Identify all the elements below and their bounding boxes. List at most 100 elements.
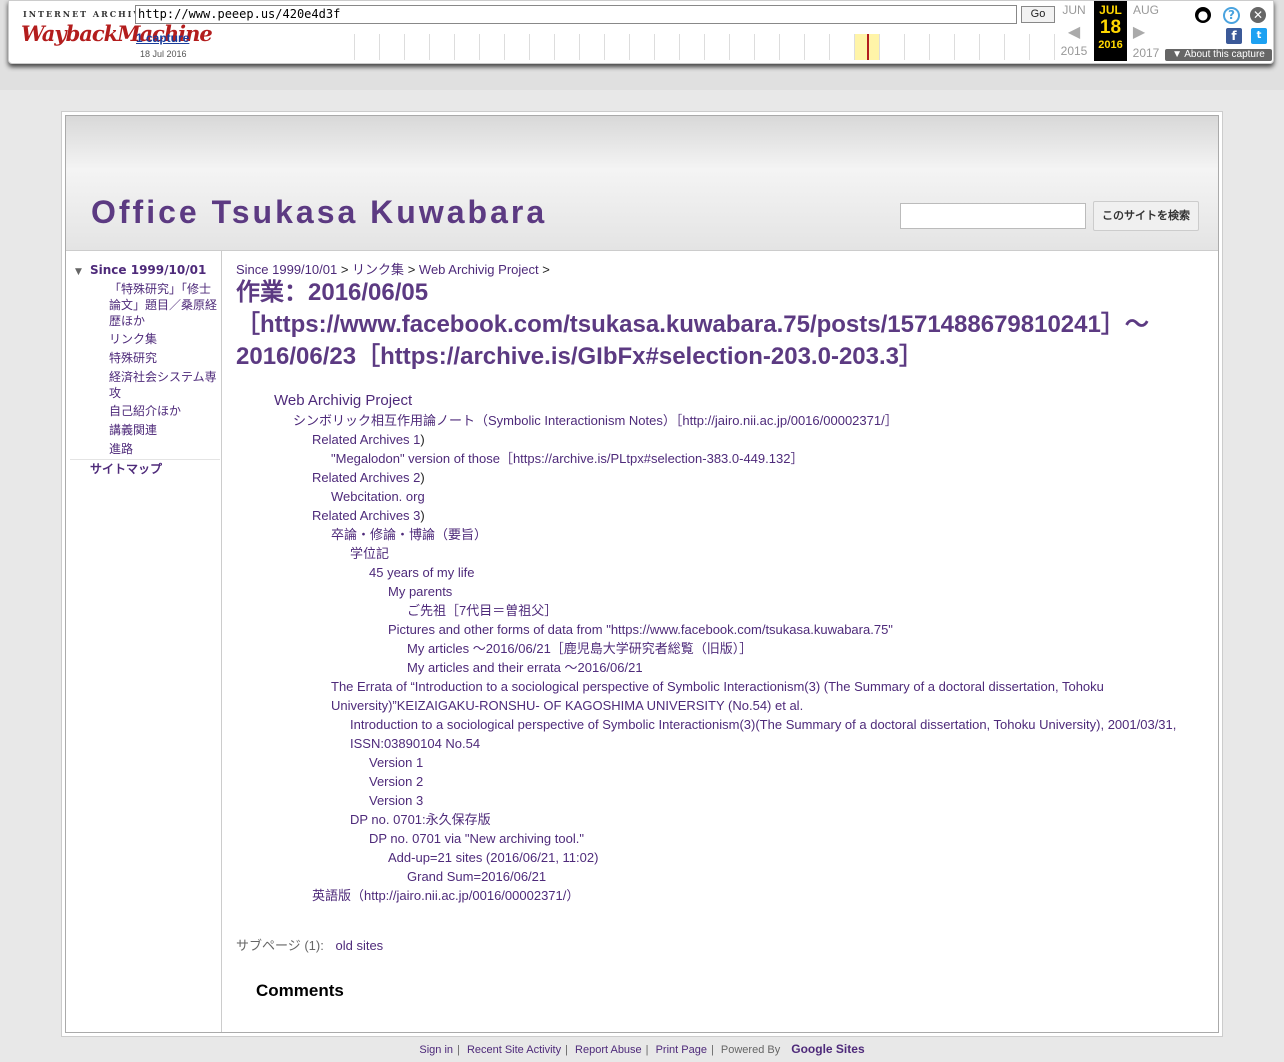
sidebar-item-lectures[interactable]: 講義関連	[109, 422, 157, 438]
help-icon[interactable]: ?	[1223, 7, 1240, 24]
tree-link[interactable]: Related Archives 2	[312, 470, 420, 485]
tree-item: My articles ～2016/06/21［鹿児島大学研究者総覧（旧版）］	[407, 639, 752, 658]
header-divider	[66, 250, 1218, 251]
next-month: AUG	[1132, 3, 1159, 17]
breadcrumb-item[interactable]: Web Archivig Project	[419, 262, 539, 277]
tree-item: 英語版（http://jairo.nii.ac.jp/0016/00002371…	[312, 886, 579, 905]
wayback-logo-top: INTERNET ARCHIVE	[23, 9, 150, 19]
tree-link[interactable]: 学位記	[350, 546, 389, 561]
breadcrumb-item[interactable]: Since 1999/10/01	[236, 262, 337, 277]
tree-link[interactable]: Related Archives 3	[312, 508, 420, 523]
search-input[interactable]	[900, 203, 1086, 229]
tree-item: My parents	[388, 582, 452, 601]
tree-link[interactable]: ISSN:03890104 No.54	[350, 736, 480, 751]
wayback-panel: INTERNET ARCHIVE WaybackMachine http://w…	[8, 0, 1274, 64]
tree-link[interactable]: Webcitation. org	[331, 489, 425, 504]
wayback-toolbar: INTERNET ARCHIVE WaybackMachine http://w…	[0, 0, 1284, 90]
tree-link[interactable]: Add-up=21 sites (2016/06/21, 11:02)	[388, 850, 598, 865]
tree-link[interactable]: University)”KEIZAIGAKU-RONSHU- OF KAGOSH…	[331, 698, 803, 713]
tree-item: 45 years of my life	[369, 563, 475, 582]
twitter-icon[interactable]: t	[1251, 28, 1267, 44]
user-icon[interactable]: ●	[1195, 7, 1211, 23]
wayback-url-input[interactable]: http://www.peeep.us/420e4d3f	[135, 5, 1017, 24]
capture-sparkline[interactable]	[354, 34, 1055, 60]
tree-link[interactable]: My articles ～2016/06/21［鹿児島大学研究者総覧（旧版）］	[407, 641, 752, 656]
breadcrumb-sep: >	[407, 262, 416, 277]
tree-item: The Errata of “Introduction to a sociolo…	[331, 677, 1104, 696]
facebook-icon[interactable]: f	[1226, 28, 1242, 44]
recent-activity-link[interactable]: Recent Site Activity	[467, 1044, 561, 1056]
tree-link[interactable]: Version 1	[369, 755, 423, 770]
tree-link[interactable]: Introduction to a sociological perspecti…	[350, 717, 1176, 732]
page-title: 作業：2016/06/05［https://www.facebook.com/t…	[236, 279, 1149, 370]
tree-link[interactable]: Grand Sum=2016/06/21	[407, 869, 546, 884]
tree-item: My articles and their errata ～2016/06/21	[407, 658, 643, 677]
capture-date: 18 Jul 2016	[140, 49, 187, 59]
tree-item: "Megalodon" version of those［https://arc…	[331, 449, 803, 468]
subpage-link[interactable]: old sites	[335, 938, 383, 953]
tree-item: Grand Sum=2016/06/21	[407, 867, 546, 886]
expand-triangle-icon[interactable]: ▼	[75, 264, 82, 280]
tree-tail: )	[420, 508, 425, 523]
subpages-label: サブページ (1):	[236, 938, 324, 953]
comments-heading: Comments	[256, 981, 344, 1000]
tree-link[interactable]: ご先祖［7代目＝曽祖父］	[407, 603, 557, 618]
tree-item: Version 3	[369, 791, 423, 810]
sidebar-item-intro[interactable]: 自己紹介ほか	[109, 403, 181, 419]
tree-link[interactable]: 45 years of my life	[369, 565, 475, 580]
tree-link[interactable]: My parents	[388, 584, 452, 599]
search-button[interactable]: このサイトを検索	[1093, 201, 1199, 231]
tree-item: ISSN:03890104 No.54	[350, 734, 480, 753]
tree-link[interactable]: Web Archivig Project	[274, 392, 412, 409]
prev-arrow-icon: ◀	[1067, 24, 1081, 41]
google-sites-link[interactable]: Google Sites	[791, 1042, 864, 1056]
sidebar-root[interactable]: Since 1999/10/01	[90, 262, 206, 278]
tree-item: Related Archives 1)	[312, 430, 425, 449]
sidebar-item-economics[interactable]: 経済社会システム専攻	[109, 369, 219, 401]
breadcrumb-item[interactable]: リンク集	[352, 262, 404, 277]
tree-link[interactable]: Version 2	[369, 774, 423, 789]
tree-link[interactable]: "Megalodon" version of those［https://arc…	[331, 451, 803, 466]
sidebar-item-profile[interactable]: 「特殊研究」「修士論文」題目／桑原経歴ほか	[109, 281, 219, 329]
tree-item: Pictures and other forms of data from "h…	[388, 620, 893, 639]
site-footer: Sign in | Recent Site Activity | Report Ab…	[419, 1042, 865, 1056]
sidebar-item-links[interactable]: リンク集	[109, 331, 157, 347]
next-arrow-icon: ▶	[1132, 24, 1146, 41]
tree-tail: )	[420, 432, 425, 447]
page-frame: Office Tsukasa Kuwabara このサイトを検索 ▼ Since…	[65, 115, 1219, 1033]
site-title[interactable]: Office Tsukasa Kuwabara	[91, 194, 547, 231]
tree-link[interactable]: Version 3	[369, 793, 423, 808]
tree-link[interactable]: The Errata of “Introduction to a sociolo…	[331, 679, 1104, 694]
tree-item: シンボリック相互作用論ノート（Symbolic Interactionism N…	[293, 411, 898, 430]
tree-link[interactable]: DP no. 0701 via "New archiving tool."	[369, 831, 584, 846]
captures-link[interactable]: 1 capture	[136, 31, 189, 45]
tree-item: ご先祖［7代目＝曽祖父］	[407, 601, 557, 620]
chevron-down-icon: ▼	[1172, 49, 1185, 60]
tree-item: Introduction to a sociological perspecti…	[350, 715, 1176, 734]
site-page: Office Tsukasa Kuwabara このサイトを検索 ▼ Since…	[61, 111, 1223, 1037]
tree-link[interactable]: My articles and their errata ～2016/06/21	[407, 660, 643, 675]
tree-link[interactable]: Pictures and other forms of data from "h…	[388, 622, 893, 637]
tree-link[interactable]: シンボリック相互作用論ノート（Symbolic Interactionism N…	[293, 413, 898, 428]
tree-link[interactable]: Related Archives 1	[312, 432, 420, 447]
tree-link[interactable]: DP no. 0701:永久保存版	[350, 812, 491, 827]
breadcrumb-sep: >	[542, 262, 550, 277]
prev-year: 2015	[1060, 44, 1088, 58]
tree-link[interactable]: 卒論・修論・博論（要旨）	[331, 527, 487, 542]
close-icon[interactable]: ✕	[1250, 7, 1266, 23]
sitemap-link[interactable]: サイトマップ	[90, 461, 162, 477]
print-page-link[interactable]: Print Page	[656, 1044, 707, 1056]
about-capture-button[interactable]: ▼ About this capture	[1165, 49, 1272, 61]
sparkline-capture-mark[interactable]	[867, 34, 869, 60]
site-header: Office Tsukasa Kuwabara このサイトを検索	[66, 116, 1218, 250]
sidebar-divider	[70, 459, 220, 460]
tree-item: DP no. 0701:永久保存版	[350, 810, 491, 829]
sidebar-item-research[interactable]: 特殊研究	[109, 350, 157, 366]
report-abuse-link[interactable]: Report Abuse	[575, 1044, 642, 1056]
breadcrumb: Since 1999/10/01 > リンク集 > Web Archivig P…	[236, 259, 550, 278]
tree-link[interactable]: 英語版（http://jairo.nii.ac.jp/0016/00002371…	[312, 888, 579, 903]
powered-by-label: Powered By	[720, 1044, 781, 1056]
sign-in-link[interactable]: Sign in	[419, 1044, 453, 1056]
go-button[interactable]: Go	[1021, 6, 1055, 23]
sidebar-item-career[interactable]: 進路	[109, 441, 133, 457]
